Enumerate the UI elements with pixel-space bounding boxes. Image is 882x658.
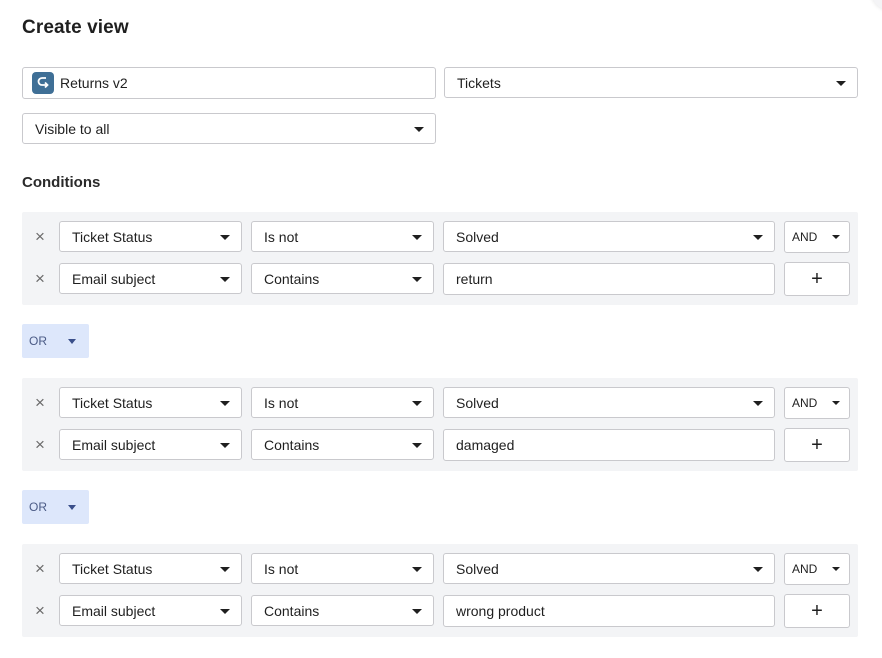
add-condition-button[interactable]: + [784,428,850,462]
condition-field-value: Email subject [72,436,156,453]
chevron-down-icon [753,400,763,406]
chevron-down-icon [412,442,422,448]
chevron-down-icon [414,126,424,132]
chevron-down-icon [753,234,763,240]
object-type-value: Tickets [457,74,501,91]
group-connector-value: OR [29,500,47,514]
condition-operator-value: Is not [264,560,299,577]
chevron-down-icon [220,442,230,448]
join-operator-select[interactable]: AND [784,221,850,253]
page-title: Create view [22,17,129,38]
chevron-down-icon [753,566,763,572]
join-operator-value: AND [792,562,818,576]
chevron-down-icon [68,505,76,510]
chevron-down-icon [832,567,840,571]
create-view-page: Create view Returns v2 Tickets Visible t… [0,0,882,658]
condition-value: Solved [456,560,499,577]
chevron-down-icon [832,401,840,405]
visibility-select[interactable]: Visible to all [22,113,436,144]
chevron-down-icon [220,234,230,240]
condition-operator-value: Is not [264,394,299,411]
condition-value-select[interactable]: Solved [443,387,775,418]
condition-field-value: Ticket Status [72,228,153,245]
chevron-down-icon [220,566,230,572]
join-operator-value: AND [792,396,818,410]
condition-value-select[interactable]: Solved [443,221,775,252]
join-operator-select[interactable]: AND [784,387,850,419]
visibility-value: Visible to all [35,120,110,137]
remove-condition-icon[interactable]: × [30,600,50,620]
view-name-input[interactable]: Returns v2 [22,67,436,99]
condition-value-input[interactable]: damaged [443,429,775,461]
condition-field-select[interactable]: Ticket Status [59,387,242,418]
chevron-down-icon [836,80,846,86]
condition-operator-select[interactable]: Is not [251,553,434,584]
remove-condition-icon[interactable]: × [30,268,50,288]
condition-field-value: Ticket Status [72,394,153,411]
object-type-select[interactable]: Tickets [444,67,858,98]
condition-field-select[interactable]: Ticket Status [59,553,242,584]
condition-operator-value: Contains [264,602,320,619]
chevron-down-icon [412,608,422,614]
chevron-down-icon [412,566,422,572]
group-connector-select[interactable]: OR [22,490,89,524]
join-operator-select[interactable]: AND [784,553,850,585]
condition-operator-select[interactable]: Contains [251,263,434,294]
condition-field-select[interactable]: Ticket Status [59,221,242,252]
remove-condition-icon[interactable]: × [30,392,50,412]
join-operator-value: AND [792,230,818,244]
condition-value: return [456,271,493,287]
group-connector-select[interactable]: OR [22,324,89,358]
condition-operator-select[interactable]: Is not [251,387,434,418]
chevron-down-icon [412,234,422,240]
chevron-down-icon [220,400,230,406]
add-condition-button[interactable]: + [784,594,850,628]
chevron-down-icon [412,276,422,282]
add-condition-button[interactable]: + [784,262,850,296]
condition-value-input[interactable]: return [443,263,775,295]
chevron-down-icon [220,276,230,282]
chevron-down-icon [220,608,230,614]
condition-field-value: Email subject [72,602,156,619]
condition-operator-select[interactable]: Contains [251,595,434,626]
condition-value-select[interactable]: Solved [443,553,775,584]
condition-value: Solved [456,394,499,411]
condition-group: × Ticket Status Is not Solved AND × Emai… [22,544,858,637]
group-connector-value: OR [29,334,47,348]
remove-condition-icon[interactable]: × [30,434,50,454]
condition-group: × Ticket Status Is not Solved AND × Emai… [22,212,858,305]
condition-field-value: Email subject [72,270,156,287]
chevron-down-icon [412,400,422,406]
condition-field-select[interactable]: Email subject [59,595,242,626]
condition-operator-value: Contains [264,270,320,287]
condition-field-value: Ticket Status [72,560,153,577]
condition-value: damaged [456,437,515,453]
remove-condition-icon[interactable]: × [30,226,50,246]
chevron-down-icon [832,235,840,239]
condition-field-select[interactable]: Email subject [59,429,242,460]
chevron-down-icon [68,339,76,344]
view-name-value: Returns v2 [60,75,128,91]
condition-group: × Ticket Status Is not Solved AND × Emai… [22,378,858,471]
condition-operator-select[interactable]: Is not [251,221,434,252]
condition-operator-value: Is not [264,228,299,245]
condition-value-input[interactable]: wrong product [443,595,775,627]
conditions-label: Conditions [22,174,101,191]
condition-operator-value: Contains [264,436,320,453]
condition-value: Solved [456,228,499,245]
condition-field-select[interactable]: Email subject [59,263,242,294]
window-corner [872,0,882,10]
condition-value: wrong product [456,603,545,619]
return-arrow-icon[interactable] [32,72,54,94]
condition-operator-select[interactable]: Contains [251,429,434,460]
remove-condition-icon[interactable]: × [30,558,50,578]
